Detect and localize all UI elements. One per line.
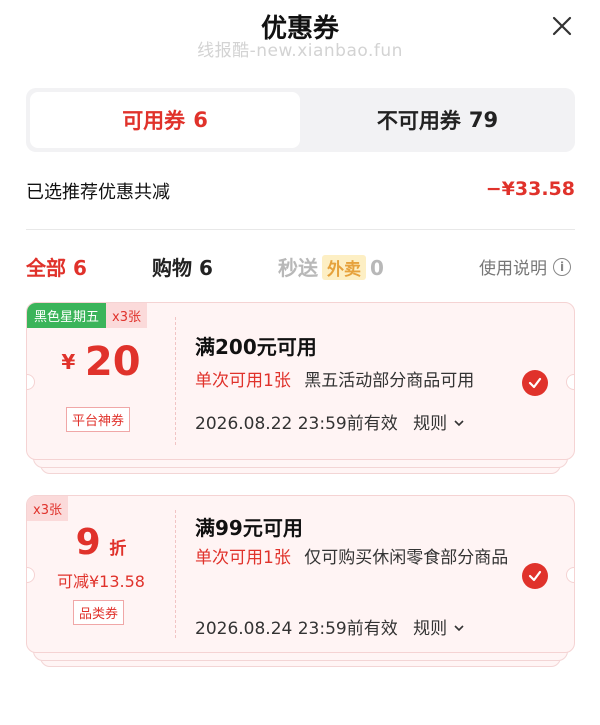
rule-link[interactable]: 规则	[413, 414, 464, 434]
ticket-notch	[566, 374, 574, 390]
tab-available-label: 可用券	[122, 109, 186, 133]
check-icon	[528, 570, 542, 582]
coupon-type-badge: 品类券	[73, 600, 125, 625]
filter-all-count: 6	[72, 256, 87, 280]
tab-unavailable-label: 不可用券	[376, 109, 461, 133]
usage-limit: 单次可用1张	[195, 548, 291, 568]
usage-help-label: 使用说明	[479, 259, 547, 279]
filter-all[interactable]: 全部 6	[26, 252, 87, 281]
amount-value: 20	[84, 339, 141, 385]
coupon-stack: 黑色星期五 x3张 ¥ 20 平台神券 满200元可用 单次可用1张 黑五活动部…	[26, 302, 575, 478]
rule-label: 规则	[413, 414, 448, 434]
tab-unavailable-count: 79	[468, 108, 499, 132]
coupon-saving: 可减¥13.58	[57, 572, 145, 591]
coupon-card[interactable]: 黑色星期五 x3张 ¥ 20 平台神券 满200元可用 单次可用1张 黑五活动部…	[26, 302, 575, 460]
summary-amount: −¥33.58	[485, 178, 575, 200]
divider	[26, 229, 575, 230]
info-icon: i	[553, 257, 571, 276]
usage-scope: 仅可购买休闲零食部分商品	[304, 548, 509, 568]
usage-scope: 黑五活动部分商品可用	[304, 371, 475, 391]
usage-help-link[interactable]: 使用说明 i	[479, 254, 571, 279]
coupon-divider	[175, 317, 176, 445]
discount-summary: 已选推荐优惠共减 −¥33.58	[26, 178, 575, 208]
filter-flash-label: 秒送	[278, 256, 318, 280]
coupon-condition: 满200元可用	[195, 335, 317, 359]
filter-shopping[interactable]: 购物 6	[152, 252, 213, 281]
event-tag: 黑色星期五	[27, 303, 107, 328]
coupon-expiry: 2026.08.22 23:59前有效 规则	[195, 409, 465, 434]
selected-check-icon[interactable]	[522, 370, 548, 396]
quantity-tag: x3张	[27, 496, 68, 521]
discount-value: 9	[75, 522, 101, 563]
coupon-description: 单次可用1张 仅可购买休闲零食部分商品	[195, 544, 515, 572]
check-icon	[528, 377, 542, 389]
coupon-discount: 9 折	[27, 522, 175, 563]
coupon-description: 单次可用1张 黑五活动部分商品可用	[195, 367, 515, 395]
chevron-down-icon	[453, 625, 464, 632]
takeout-tag: 外卖	[322, 255, 366, 280]
currency-symbol: ¥	[61, 350, 76, 374]
expiry-text: 2026.08.24 23:59前有效	[195, 619, 398, 639]
usage-limit: 单次可用1张	[195, 371, 291, 391]
tab-available[interactable]: 可用券 6	[30, 92, 300, 148]
watermark: 线报酷-new.xianbao.fun	[197, 41, 403, 61]
filter-flash-count: 0	[370, 256, 384, 280]
selected-check-icon[interactable]	[522, 563, 548, 589]
coupon-expiry: 2026.08.24 23:59前有效 规则	[195, 614, 465, 639]
summary-label: 已选推荐优惠共减	[26, 182, 170, 203]
coupon-type-badge: 平台神券	[66, 407, 131, 432]
ticket-notch	[566, 567, 574, 583]
coupon-card[interactable]: x3张 9 折 可减¥13.58 品类券 满99元可用 单次可用1张 仅可购买休…	[26, 495, 575, 653]
filter-flash-delivery[interactable]: 秒送 外卖 0	[278, 252, 384, 281]
filter-shopping-count: 6	[198, 256, 213, 280]
coupon-value-area: 黑色星期五 x3张 ¥ 20 平台神券	[27, 303, 175, 459]
category-filters: 全部 6 购物 6 秒送 外卖 0 使用说明 i	[26, 252, 575, 284]
rule-link[interactable]: 规则	[413, 619, 464, 639]
tab-unavailable[interactable]: 不可用券 79	[304, 92, 571, 148]
coupon-tags: x3张	[27, 496, 68, 521]
coupon-stack: x3张 9 折 可减¥13.58 品类券 满99元可用 单次可用1张 仅可购买休…	[26, 495, 575, 670]
coupon-condition: 满99元可用	[195, 516, 303, 540]
chevron-down-icon	[453, 420, 464, 427]
coupon-value-area: x3张 9 折 可减¥13.58 品类券	[27, 496, 175, 652]
tab-available-count: 6	[193, 108, 208, 132]
quantity-tag: x3张	[106, 303, 147, 328]
coupon-tabs: 可用券 6 不可用券 79	[26, 88, 575, 152]
expiry-text: 2026.08.22 23:59前有效	[195, 414, 398, 434]
filter-shopping-label: 购物	[152, 256, 192, 280]
header: 优惠券 线报酷-new.xianbao.fun	[0, 0, 600, 61]
coupon-tags: 黑色星期五 x3张	[27, 303, 147, 328]
discount-unit: 折	[109, 539, 127, 559]
rule-label: 规则	[413, 619, 448, 639]
filter-all-label: 全部	[26, 256, 66, 280]
close-icon[interactable]	[550, 14, 574, 38]
coupon-divider	[175, 510, 176, 638]
coupon-amount: ¥ 20	[27, 339, 175, 385]
